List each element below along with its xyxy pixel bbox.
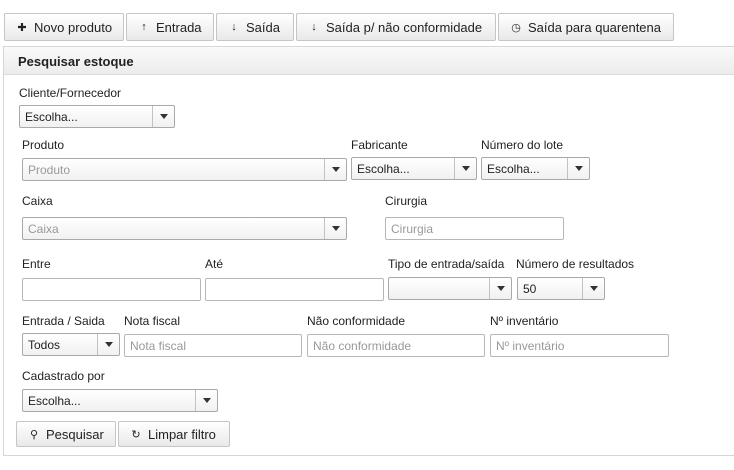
product-placeholder: Produto — [28, 163, 71, 177]
to-date-input[interactable] — [205, 278, 384, 301]
product-label: Produto — [22, 138, 65, 152]
manufacturer-select-value: Escolha... — [357, 162, 410, 176]
exit-label: Saída — [246, 19, 280, 35]
product-select[interactable]: Produto — [22, 158, 347, 181]
box-select[interactable]: Caixa — [22, 217, 347, 240]
chevron-down-icon — [324, 159, 346, 180]
results-count-select[interactable]: 50 — [517, 277, 605, 300]
nonconformity-input[interactable]: Não conformidade — [307, 334, 485, 357]
registered-by-select[interactable]: Escolha... — [22, 389, 218, 412]
entry-label: Entrada — [156, 19, 202, 35]
chevron-down-icon — [152, 106, 174, 127]
exit-quarantine-button[interactable]: ◷ Saída para quarentena — [498, 13, 674, 41]
surgery-input[interactable]: Cirurgia — [385, 217, 564, 240]
chevron-down-icon — [97, 334, 119, 355]
invoice-placeholder: Nota fiscal — [130, 339, 187, 353]
arrow-down-icon: ↓ — [311, 21, 317, 33]
plus-icon: ✚ — [17, 21, 27, 34]
manufacturer-select[interactable]: Escolha... — [351, 157, 477, 180]
search-button-label: Pesquisar — [46, 426, 104, 442]
box-placeholder: Caixa — [28, 222, 59, 236]
chevron-down-icon — [195, 390, 217, 411]
new-product-label: Novo produto — [34, 19, 113, 35]
from-label: Entre — [22, 257, 51, 271]
direction-label: Entrada / Saida — [22, 314, 105, 328]
registered-by-value: Escolha... — [28, 394, 81, 408]
exit-nonconformity-button[interactable]: ↓ Saída p/ não conformidade — [296, 13, 496, 41]
direction-value: Todos — [28, 338, 61, 352]
inventory-number-label: Nº inventário — [490, 314, 559, 328]
lot-number-select[interactable]: Escolha... — [481, 157, 590, 180]
exit-quarantine-label: Saída para quarentena — [528, 19, 661, 35]
surgery-label: Cirurgia — [385, 194, 428, 208]
chevron-down-icon — [489, 278, 511, 299]
inventory-number-placeholder: Nº inventário — [496, 339, 565, 353]
chevron-down-icon — [324, 218, 346, 239]
client-select-value: Escolha... — [25, 110, 78, 124]
from-date-input[interactable] — [22, 278, 201, 301]
panel-title: Pesquisar estoque — [18, 54, 134, 69]
invoice-input[interactable]: Nota fiscal — [124, 334, 302, 357]
to-label: Até — [205, 257, 224, 271]
client-select[interactable]: Escolha... — [19, 105, 175, 128]
nonconformity-label: Não conformidade — [307, 314, 406, 328]
chevron-down-icon — [582, 278, 604, 299]
entry-button[interactable]: ↑ Entrada — [126, 13, 214, 41]
exit-nonconformity-label: Saída p/ não conformidade — [326, 19, 483, 35]
chevron-down-icon — [567, 158, 589, 179]
invoice-label: Nota fiscal — [124, 314, 181, 328]
refresh-icon: ↻ — [131, 428, 141, 441]
chevron-down-icon — [454, 158, 476, 179]
arrow-down-icon: ↓ — [231, 21, 237, 33]
panel-header: Pesquisar estoque — [4, 47, 734, 75]
clear-filter-label: Limpar filtro — [148, 426, 216, 442]
box-label: Caixa — [22, 194, 53, 208]
manufacturer-label: Fabricante — [351, 138, 408, 152]
results-count-label: Número de resultados — [516, 257, 635, 271]
inventory-number-input[interactable]: Nº inventário — [490, 334, 669, 357]
nonconformity-placeholder: Não conformidade — [313, 339, 412, 353]
registered-by-label: Cadastrado por — [22, 369, 105, 383]
results-count-value: 50 — [523, 282, 537, 296]
lot-number-select-value: Escolha... — [487, 162, 540, 176]
new-product-button[interactable]: ✚ Novo produto — [4, 13, 124, 41]
direction-select[interactable]: Todos — [22, 333, 120, 356]
lot-number-label: Número do lote — [481, 138, 564, 152]
movement-type-label: Tipo de entrada/saída — [388, 257, 505, 271]
movement-type-select[interactable] — [388, 277, 512, 300]
client-label: Cliente/Fornecedor — [19, 86, 122, 100]
exit-button[interactable]: ↓ Saída — [216, 13, 294, 41]
search-icon: ⚲ — [29, 428, 39, 441]
surgery-placeholder: Cirurgia — [391, 222, 434, 236]
search-button[interactable]: ⚲ Pesquisar — [16, 421, 116, 447]
clear-filter-button[interactable]: ↻ Limpar filtro — [118, 421, 230, 447]
arrow-up-icon: ↑ — [141, 21, 147, 33]
clock-icon: ◷ — [511, 21, 521, 34]
